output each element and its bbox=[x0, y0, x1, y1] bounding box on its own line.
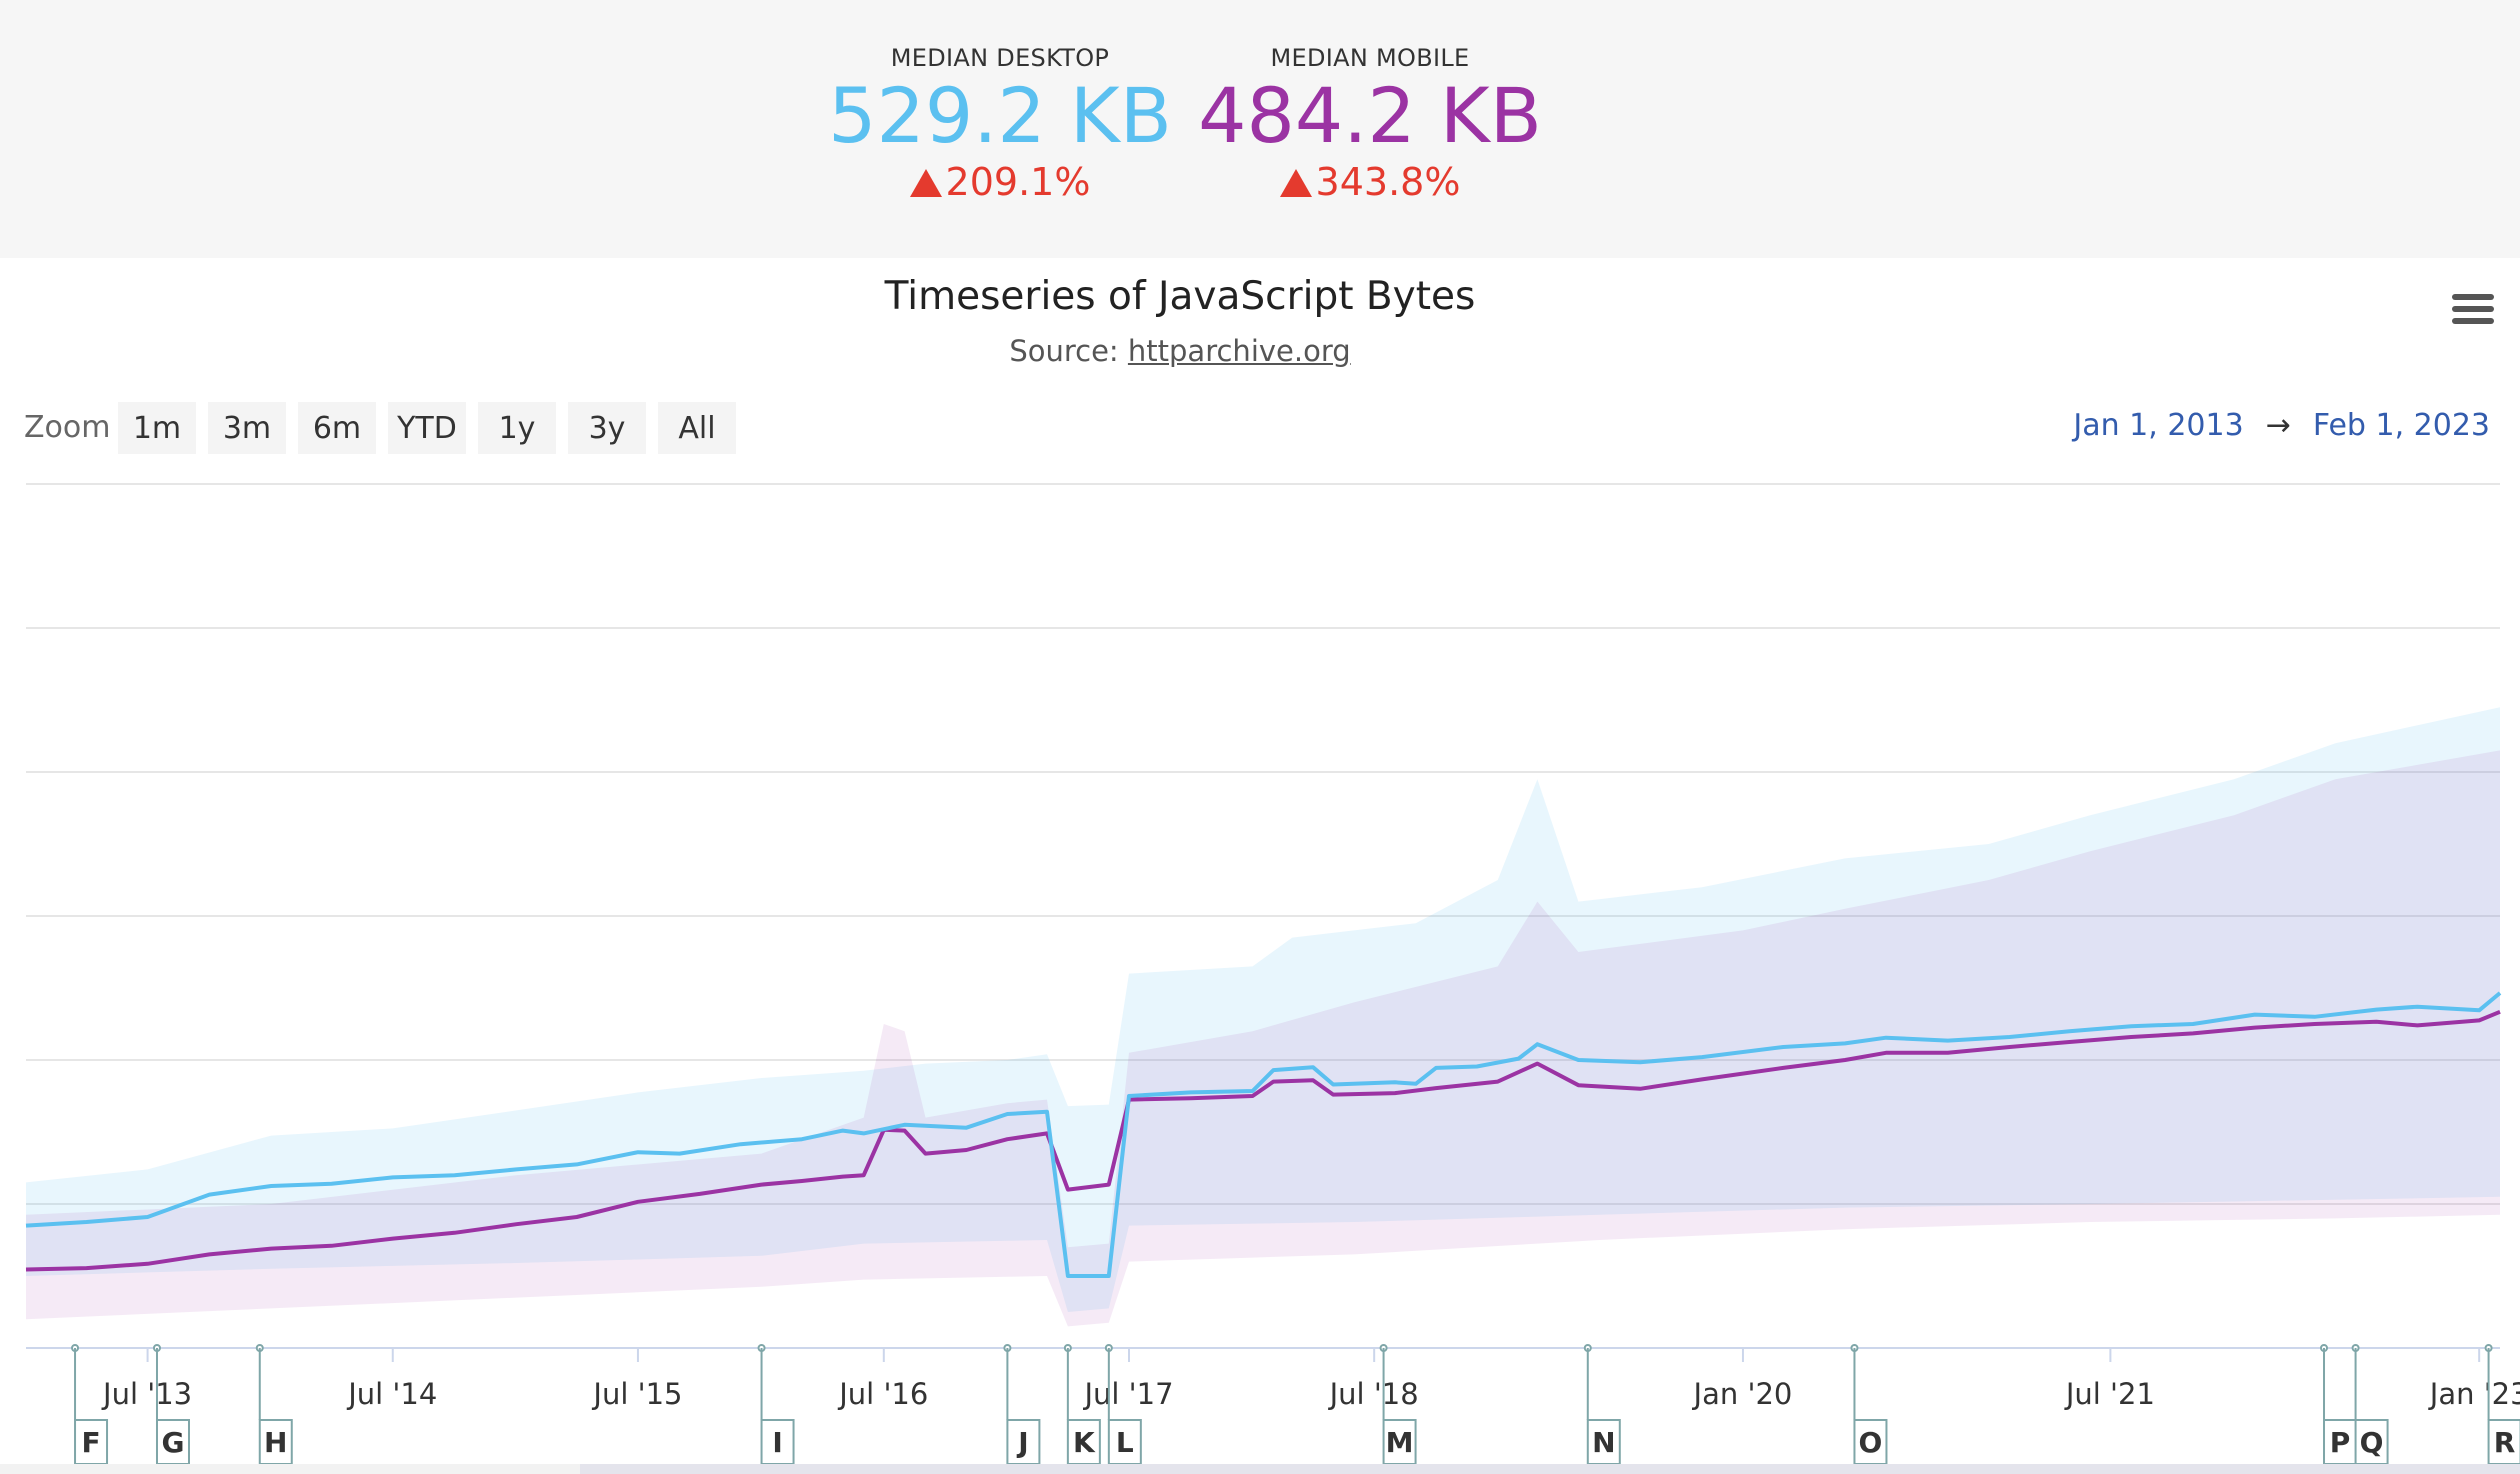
zoom-3m-button[interactable]: 3m bbox=[208, 402, 286, 454]
x-tick-label: Jul '18 bbox=[1328, 1377, 1419, 1411]
chart-subtitle: Source: httparchive.org bbox=[0, 334, 2360, 368]
zoom-6m-button[interactable]: 6m bbox=[298, 402, 376, 454]
range-arrow: → bbox=[2265, 408, 2291, 443]
zoom-label: Zoom bbox=[24, 410, 111, 445]
x-tick-label: Jan '23 bbox=[2428, 1377, 2520, 1411]
triangle-up-icon bbox=[909, 169, 942, 197]
zoom-all-button[interactable]: All bbox=[658, 402, 736, 454]
flag-label: N bbox=[1592, 1426, 1615, 1459]
zoom-1y-button[interactable]: 1y bbox=[478, 402, 556, 454]
navigator-handle bbox=[580, 1464, 2520, 1474]
flag-label: L bbox=[1116, 1426, 1134, 1459]
zoom-1m-button[interactable]: 1m bbox=[118, 402, 196, 454]
flag-label: G bbox=[161, 1426, 184, 1459]
median-mobile-metric: MEDIAN MOBILE 484.2 KB 343.8% bbox=[1190, 44, 1550, 204]
median-desktop-change: 209.1% bbox=[820, 160, 1180, 204]
flag-label: K bbox=[1073, 1426, 1096, 1459]
flag-label: H bbox=[264, 1426, 287, 1459]
x-tick-label: Jan '20 bbox=[1692, 1377, 1793, 1411]
flag-label: J bbox=[1016, 1426, 1028, 1459]
date-range: Jan 1, 2013 → Feb 1, 2023 bbox=[2073, 408, 2490, 443]
median-mobile-value: 484.2 KB bbox=[1198, 71, 1542, 160]
x-tick-label: Jul '15 bbox=[591, 1377, 682, 1411]
x-tick-label: Jul '13 bbox=[101, 1377, 192, 1411]
flag-label: M bbox=[1386, 1426, 1414, 1459]
source-link[interactable]: httparchive.org bbox=[1128, 334, 1351, 368]
median-desktop-change-value: 209.1% bbox=[945, 160, 1091, 204]
flag-label: F bbox=[81, 1426, 100, 1459]
range-from[interactable]: Jan 1, 2013 bbox=[2073, 408, 2243, 443]
range-to[interactable]: Feb 1, 2023 bbox=[2313, 408, 2490, 443]
flag-label: R bbox=[2494, 1426, 2516, 1459]
flag-label: O bbox=[1859, 1426, 1883, 1459]
x-tick-label: Jul '17 bbox=[1082, 1377, 1173, 1411]
x-tick-label: Jul '21 bbox=[2064, 1377, 2155, 1411]
median-mobile-change-value: 343.8% bbox=[1315, 160, 1461, 204]
median-desktop-value: 529.2 KB bbox=[828, 71, 1172, 160]
summary-panel: MEDIAN DESKTOP 529.2 KB 209.1% MEDIAN MO… bbox=[0, 0, 2520, 258]
median-desktop-label: MEDIAN DESKTOP bbox=[890, 44, 1110, 72]
x-tick-label: Jul '14 bbox=[346, 1377, 437, 1411]
flag-label: I bbox=[772, 1426, 782, 1459]
flag-label: P bbox=[2330, 1426, 2351, 1459]
zoom-3y-button[interactable]: 3y bbox=[568, 402, 646, 454]
zoom-ytd-button[interactable]: YTD bbox=[388, 402, 466, 454]
hamburger-menu-icon[interactable] bbox=[2452, 294, 2494, 330]
source-prefix: Source: bbox=[1009, 334, 1128, 368]
timeseries-chart: Jul '13 Jul '14 Jul '15 Jul '16 Jul '17 Jul '… bbox=[0, 483, 2520, 1474]
flag-label: Q bbox=[2360, 1426, 2384, 1459]
median-mobile-label: MEDIAN MOBILE bbox=[1270, 44, 1470, 72]
median-mobile-change: 343.8% bbox=[1190, 160, 1550, 204]
triangle-up-icon bbox=[1279, 169, 1312, 197]
x-tick-label: Jul '16 bbox=[837, 1377, 928, 1411]
median-desktop-metric: MEDIAN DESKTOP 529.2 KB 209.1% bbox=[820, 44, 1180, 204]
chart-title: Timeseries of JavaScript Bytes bbox=[884, 274, 1476, 319]
